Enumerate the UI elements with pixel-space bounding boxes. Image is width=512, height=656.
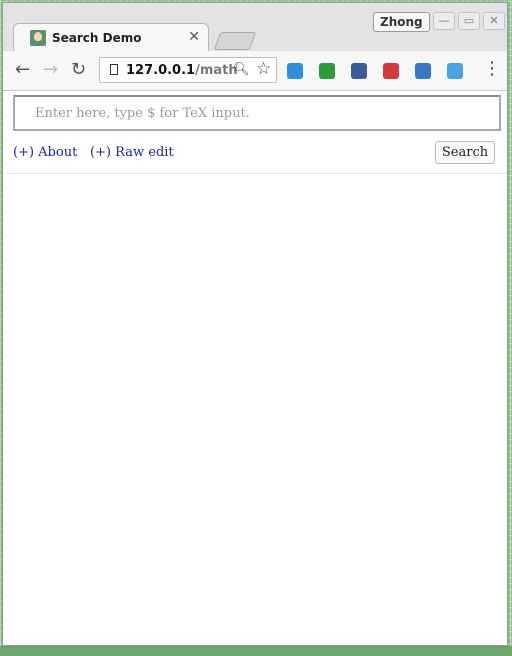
bookmark-star-icon[interactable]: ☆ [256, 59, 271, 79]
close-tab-icon[interactable]: ✕ [188, 29, 200, 45]
profile-button[interactable]: Zhong [373, 12, 430, 32]
tab-strip: Search Demo ✕ Zhong — ▭ ✕ [3, 3, 507, 53]
swirl-extension-icon[interactable] [287, 63, 303, 79]
browser-toolbar: ← → ↻ 127.0.0.1/math 🔍︎ ☆ ⋮ [3, 51, 507, 91]
shield-extension-icon[interactable] [319, 63, 335, 79]
red-extension-icon[interactable] [383, 63, 399, 79]
url-text: 127.0.0.1/math [126, 63, 238, 78]
back-arrow-icon[interactable]: ← [15, 61, 30, 79]
tab-title: Search Demo [52, 31, 142, 45]
y-extension-icon[interactable] [415, 63, 431, 79]
new-tab-button[interactable] [213, 32, 257, 50]
page-icon [110, 64, 118, 75]
about-link[interactable]: (+) About [13, 145, 77, 160]
bird-extension-icon[interactable] [447, 63, 463, 79]
search-button[interactable]: Search [435, 141, 495, 164]
zoom-icon[interactable]: 🔍︎ [233, 62, 250, 77]
maximize-icon[interactable]: ▭ [458, 12, 480, 30]
address-bar[interactable]: 127.0.0.1/math [99, 57, 277, 83]
divider [7, 173, 507, 174]
favicon-icon [30, 30, 46, 46]
minimize-icon[interactable]: — [433, 12, 455, 30]
desktop-background [0, 646, 512, 656]
forward-arrow-icon[interactable]: → [43, 61, 58, 79]
raw-edit-link[interactable]: (+) Raw edit [90, 145, 174, 160]
page-content: (+) About (+) Raw edit Search [3, 91, 507, 645]
menu-icon[interactable]: ⋮ [483, 60, 501, 78]
reload-icon[interactable]: ↻ [71, 61, 86, 79]
tab-search-demo[interactable]: Search Demo ✕ [13, 23, 209, 53]
search-input[interactable] [13, 95, 501, 131]
browser-window: Search Demo ✕ Zhong — ▭ ✕ ← → ↻ 127.0.0.… [2, 2, 508, 646]
close-window-icon[interactable]: ✕ [483, 12, 505, 30]
clock-extension-icon[interactable] [351, 63, 367, 79]
